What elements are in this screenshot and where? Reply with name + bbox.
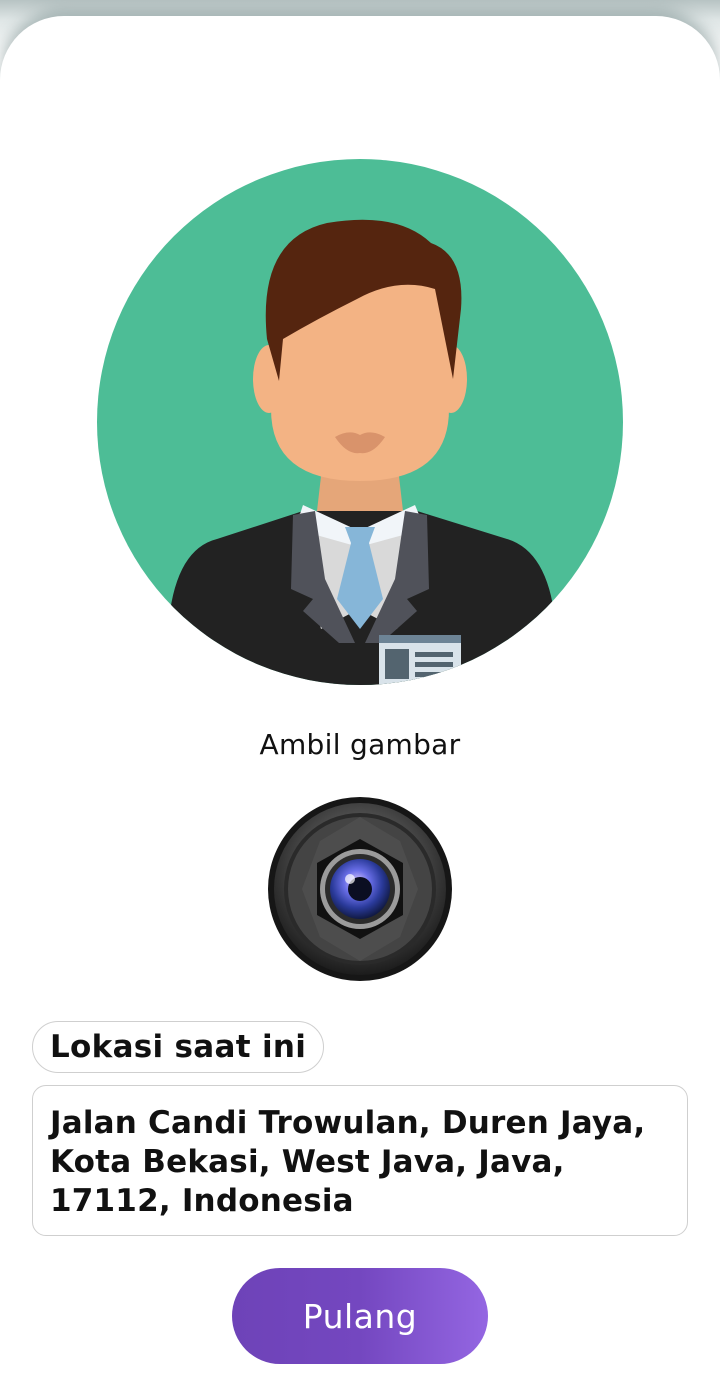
take-photo-label: Ambil gambar xyxy=(259,728,461,761)
app-background: Ambil gambar Lokasi saat ini Jalan Candi… xyxy=(0,0,720,1394)
camera-lens-icon xyxy=(268,797,452,981)
camera-capture-button[interactable] xyxy=(268,797,452,981)
pulang-button[interactable]: Pulang xyxy=(232,1268,488,1364)
employee-avatar-icon xyxy=(97,159,623,685)
attendance-card: Ambil gambar Lokasi saat ini Jalan Candi… xyxy=(0,16,720,1394)
current-location-label: Lokasi saat ini xyxy=(32,1021,325,1073)
current-location-address: Jalan Candi Trowulan, Duren Jaya, Kota B… xyxy=(32,1085,688,1236)
employee-avatar-image xyxy=(97,159,623,685)
